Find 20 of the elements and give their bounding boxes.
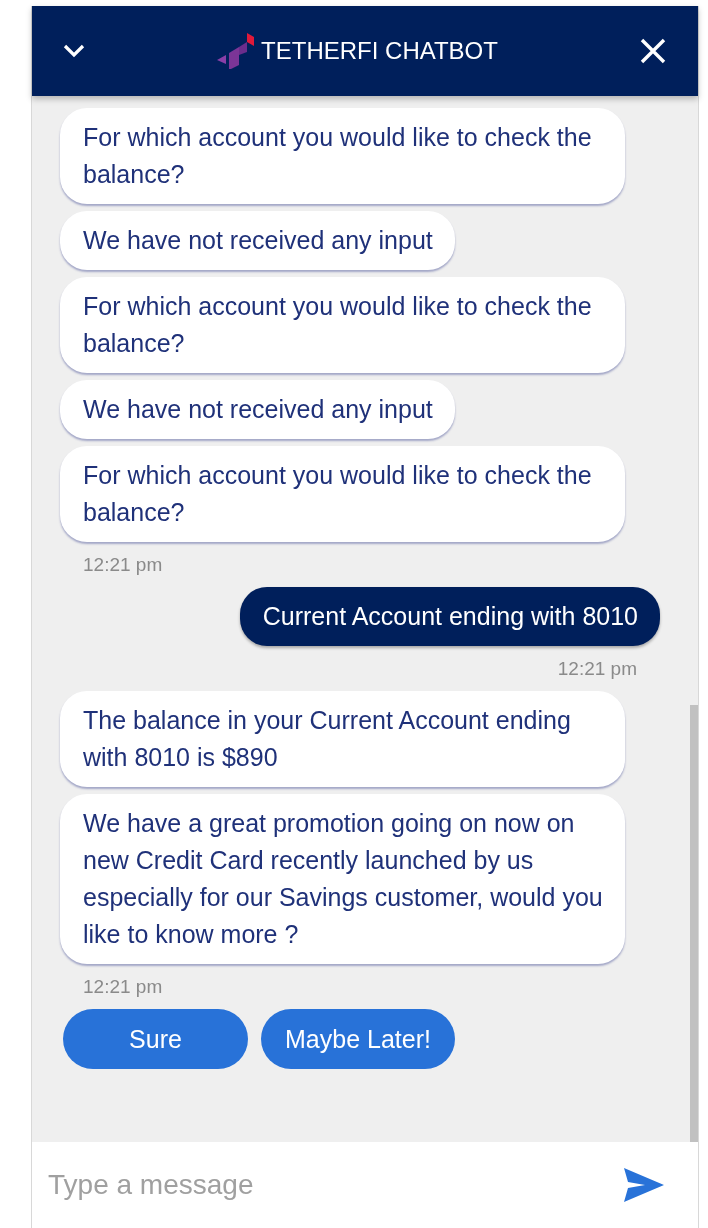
bot-message: For which account you would like to check the balance? xyxy=(60,446,625,542)
chat-title: TETHERFI CHATBOT xyxy=(261,37,498,65)
timestamp: 12:21 pm xyxy=(557,657,637,681)
timestamp: 12:21 pm xyxy=(83,553,163,577)
close-icon[interactable] xyxy=(640,38,666,64)
send-icon[interactable] xyxy=(623,1167,665,1203)
bot-message: We have not received any input xyxy=(60,380,455,439)
logo-icon xyxy=(217,33,256,69)
bot-message: We have not received any input xyxy=(60,211,455,270)
user-message: Current Account ending with 8010 xyxy=(239,587,660,646)
bot-message: The balance in your Current Account ending with 8010 is $890 xyxy=(60,691,625,787)
chevron-down-icon[interactable] xyxy=(63,44,85,58)
bot-message: For which account you would like to check the balance? xyxy=(60,108,625,204)
bot-message: We have a great promotion going on now on new Credit Card recently launched by us especially for our Savings customer, would you like to know more ? xyxy=(60,794,625,964)
timestamp: 12:21 pm xyxy=(83,975,163,999)
quick-reply-button[interactable]: Maybe Later! xyxy=(261,1009,455,1069)
scrollbar[interactable] xyxy=(690,705,698,1142)
bot-message: For which account you would like to check the balance? xyxy=(60,277,625,373)
message-input[interactable]: Type a message xyxy=(48,1169,623,1201)
quick-reply-button[interactable]: Sure xyxy=(63,1009,248,1069)
